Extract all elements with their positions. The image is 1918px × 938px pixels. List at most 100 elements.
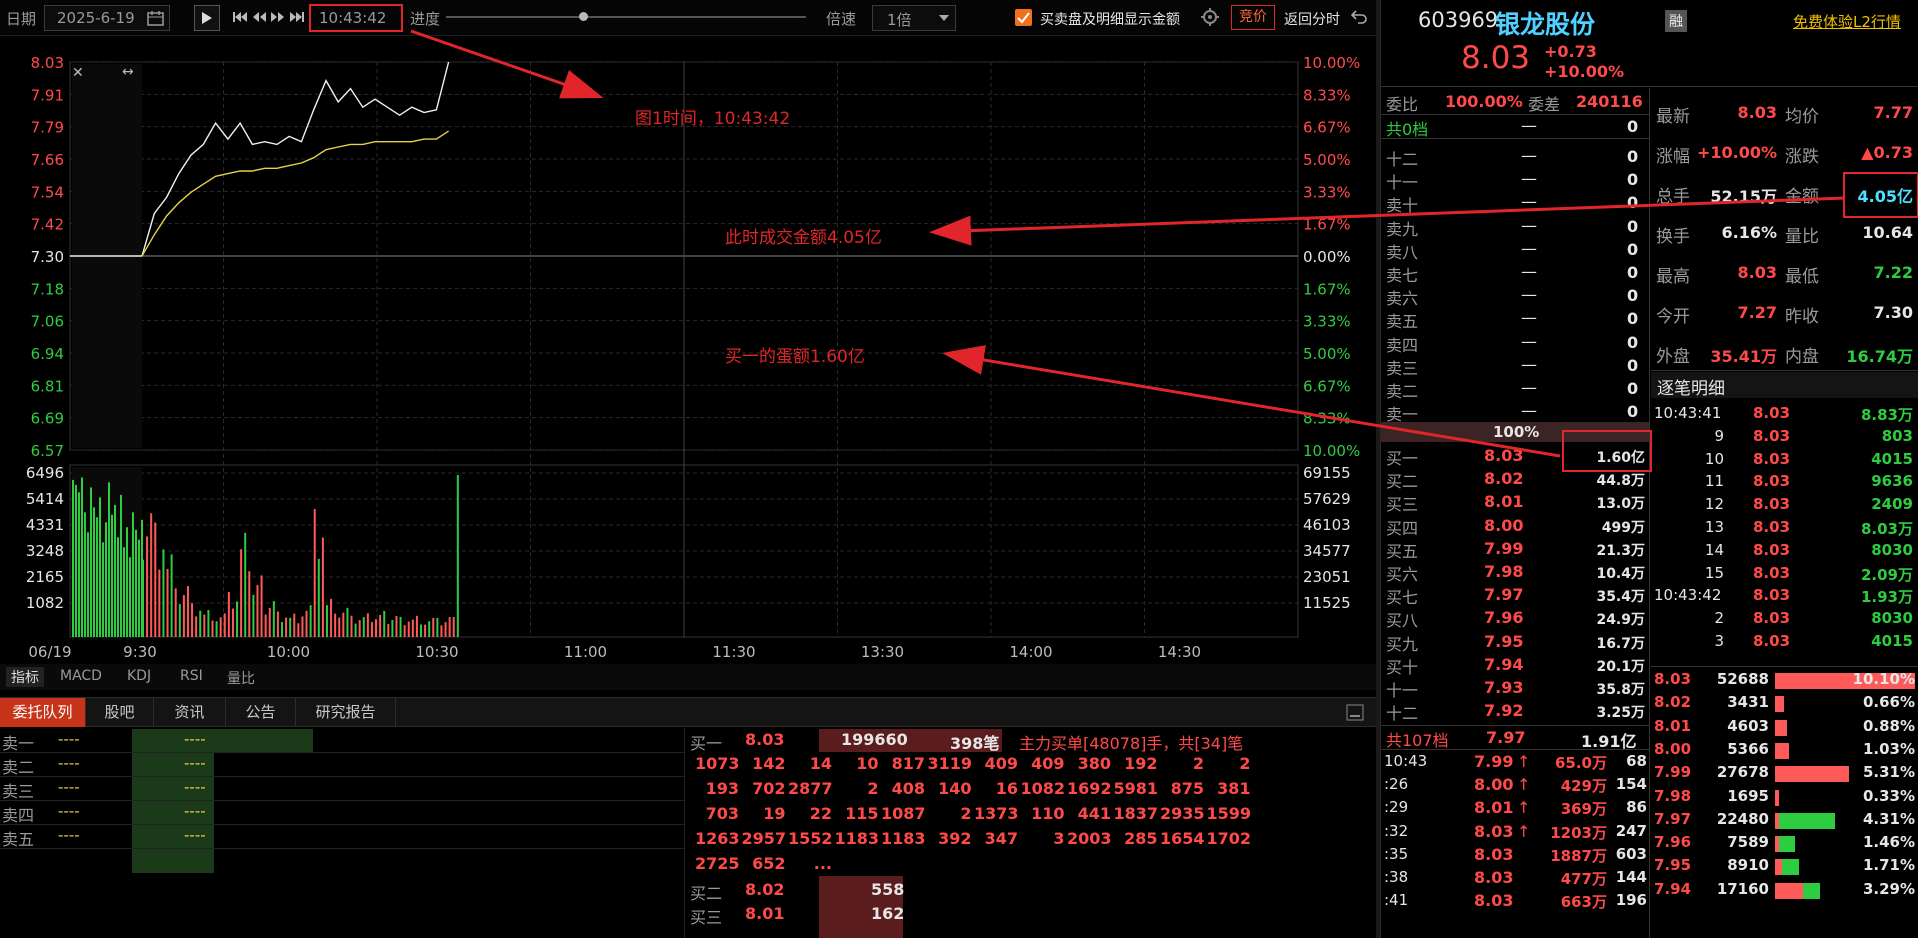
queue-order-qty: 3 [1053,829,1065,848]
volume-bar [370,622,373,637]
return-icon[interactable] [1350,9,1368,25]
settings-icon[interactable] [1200,7,1220,27]
speed-select[interactable]: 1倍 [872,5,956,31]
tab-order-queue[interactable]: 委托队列 [0,698,86,727]
tab-research[interactable]: 研究报告 [296,698,396,727]
dist-price: 8.03 [1654,670,1692,688]
skip-end-icon[interactable] [289,10,305,24]
queue-sell-label: 卖三 [2,782,35,801]
volume-bar [129,557,131,637]
tab-indicator[interactable]: 指标 [6,667,44,687]
price-tick-label: 7.54 [31,183,64,201]
bid-level-price: 7.98 [1484,562,1524,581]
buy-total: 共107档 [1386,731,1449,750]
bid-level-vol: 24.9万 [1596,612,1645,629]
tick-time: 2 [1714,609,1724,628]
ask-level-label: 十一 [1386,173,1419,193]
skip-start-icon[interactable] [232,10,248,24]
progress-slider[interactable] [446,12,806,21]
volume-bar [178,604,181,637]
tick-volume: 1.93万 [1860,588,1913,607]
play-button[interactable] [194,5,220,31]
dist-sell-bar [1803,882,1820,899]
price-tick-label: 7.66 [31,151,64,169]
auction-button[interactable]: 竞价 [1231,5,1275,30]
trade-arrow: ↑ [1517,798,1531,818]
quote-label: 金额 [1785,187,1819,207]
order-ratio: 100% [1493,423,1540,441]
quote-label: 均价 [1785,107,1819,127]
bid2-price: 8.02 [745,880,785,899]
quote-label: 内盘 [1785,347,1819,367]
dist-volume: 22480 [1716,809,1769,828]
volume-bar [260,575,263,637]
tab-volume-ratio[interactable]: 量比 [227,668,255,688]
dist-volume: 4603 [1727,716,1769,735]
trade-time: :29 [1384,798,1409,817]
dist-price: 7.95 [1654,856,1692,875]
ask-level-price: — [1521,169,1537,189]
queue-order-qty: 1183 [834,829,880,848]
volume-bar [305,610,308,637]
quote-value: +10.00% [1696,143,1777,162]
queue-order-qty: 285 [1124,829,1158,848]
bid-level-price: 8.02 [1484,469,1524,489]
l2-trial-link[interactable]: 免费体验L2行情 [1793,11,1901,32]
volume-bar [120,494,122,637]
wb-label: 委比 [1386,95,1419,114]
tab-kdj[interactable]: KDJ [127,668,151,684]
bid-level-label: 买九 [1386,634,1419,654]
ask-level-price: — [1521,262,1537,281]
progress-handle[interactable] [578,12,588,21]
dist-pct: 1.03% [1862,739,1915,758]
bid1-highlight [1562,430,1652,472]
volume-tick-label: 1082 [26,594,64,612]
volume-bar [415,615,418,637]
dist-volume: 3431 [1727,693,1769,712]
dist-price: 8.00 [1654,739,1692,758]
ask-level-vol: 0 [1627,286,1639,306]
ask-level-vol: 0 [1627,355,1639,375]
calendar-icon[interactable] [147,10,165,27]
queue-order-qty: 2003 [1067,829,1112,848]
fast-forward-icon[interactable] [270,10,286,24]
pct-tick-label: 8.33% [1303,86,1351,104]
quote-label: 最高 [1656,267,1690,287]
tick-volume: 803 [1881,426,1913,445]
ask-level-vol: 0 [1627,147,1639,166]
tick-time: 3 [1714,632,1724,650]
amount-checkbox[interactable] [1015,9,1032,26]
bid-level-label: 十一 [1386,681,1419,700]
date-picker[interactable]: 2025-6-19 [44,5,170,31]
bid-level-vol: 20.1万 [1596,658,1645,675]
dist-price: 7.96 [1654,833,1692,852]
chevron-down-icon [939,15,949,21]
tab-macd[interactable]: MACD [60,668,102,684]
queue-order-qty: 19 [763,804,786,823]
bid-level-price: 7.97 [1484,585,1524,605]
tab-news[interactable]: 资讯 [154,698,226,727]
dist-buy-bar [1775,789,1780,806]
tab-announcements[interactable]: 公告 [226,698,296,727]
bid-level-vol: 16.7万 [1596,635,1645,652]
price-tick-label: 7.06 [31,313,64,331]
dist-pct: 5.31% [1862,763,1915,782]
queue-order-qty: 10 [856,754,879,773]
trade-amount: 1203万 [1550,823,1607,842]
tick-time: 10:43:41 [1654,404,1722,422]
queue-order-qty: 381 [1217,779,1251,798]
rewind-icon[interactable] [251,10,267,24]
queue-order-qty: 1073 [695,754,740,773]
tab-rsi[interactable]: RSI [180,668,203,684]
volume-bar [158,569,161,637]
queue-order-qty: 1599 [1206,804,1252,823]
pct-tick-label: 3.33% [1303,183,1351,201]
tab-forum[interactable]: 股吧 [86,698,154,727]
quote-value: 7.77 [1873,103,1913,122]
volume-bar [432,617,435,637]
bid-level-label: 买四 [1386,518,1419,538]
return-intraday-button[interactable]: 返回分时 [1284,9,1340,29]
minimize-icon[interactable] [1346,704,1364,721]
volume-tick-label-right: 23051 [1303,568,1351,586]
dist-buy-bar [1775,882,1803,899]
